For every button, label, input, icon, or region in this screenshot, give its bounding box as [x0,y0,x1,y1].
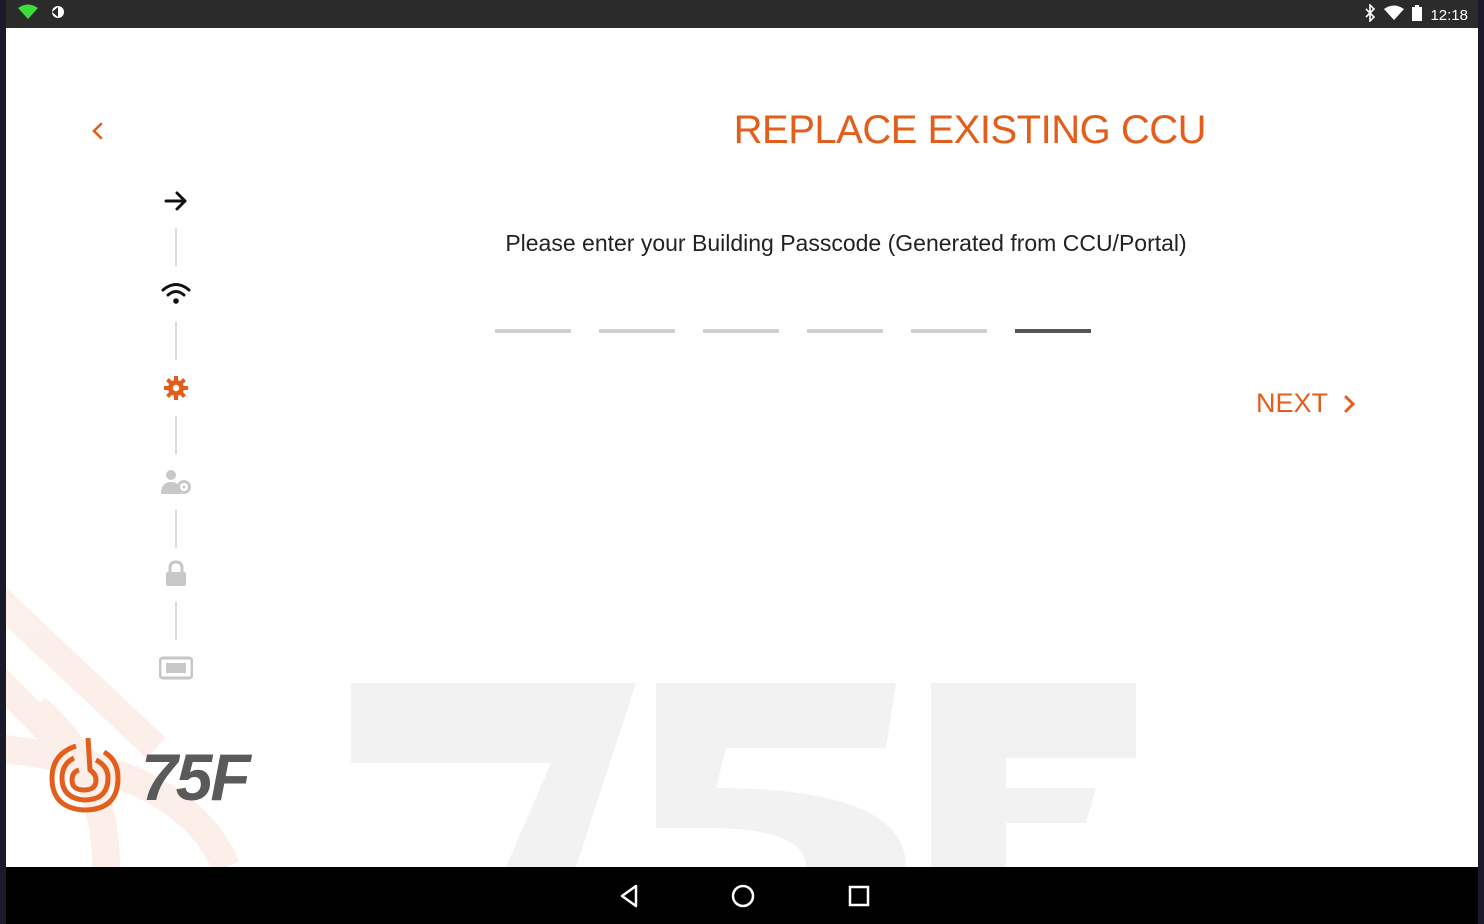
status-time: 12:18 [1430,6,1468,24]
step-device-icon [156,652,196,684]
logo-wordmark: 75F [141,740,252,814]
nav-home-button[interactable] [728,881,758,911]
passcode-digit-4[interactable] [807,329,883,333]
battery-icon [1412,5,1423,25]
step-user-settings-icon [156,466,196,498]
setup-screen: REPLACE EXISTING CCU Please enter your B… [6,28,1478,867]
nav-recents-button[interactable] [844,881,874,911]
step-connector [175,322,177,360]
page-title: REPLACE EXISTING CCU [733,108,1207,152]
passcode-digit-3[interactable] [703,329,779,333]
back-button[interactable] [86,116,110,146]
status-bar: 12:18 [6,0,1478,28]
wifi-icon [1384,5,1405,25]
recents-square-icon [848,885,870,907]
chevron-left-icon [92,122,103,140]
passcode-digit-6[interactable] [1015,329,1091,333]
step-gear-icon [156,372,196,404]
chevron-right-icon [1344,395,1356,412]
step-arrow-right-icon [156,185,196,217]
passcode-digit-1[interactable] [495,329,571,333]
back-triangle-icon [620,884,638,908]
next-button[interactable]: NEXT [1256,388,1358,419]
step-connector [175,416,177,454]
next-label: NEXT [1256,388,1329,418]
step-connector [175,228,177,266]
passcode-digit-5[interactable] [911,329,987,333]
wifi-signal-icon [18,4,38,25]
step-connector [175,602,177,640]
step-wifi-icon [156,278,196,310]
brand-logo: 75F [46,718,296,823]
data-saver-icon [48,4,68,25]
bluetooth-icon [1364,3,1376,26]
nav-back-button[interactable] [614,881,644,911]
step-connector [175,510,177,548]
passcode-prompt: Please enter your Building Passcode (Gen… [505,230,1187,256]
passcode-digit-2[interactable] [599,329,675,333]
home-circle-icon [731,884,755,908]
system-nav-bar [6,867,1478,924]
step-lock-icon [156,558,196,590]
device-frame: 12:18 REPLACE EXISTING CCU Please enter … [0,0,1484,924]
